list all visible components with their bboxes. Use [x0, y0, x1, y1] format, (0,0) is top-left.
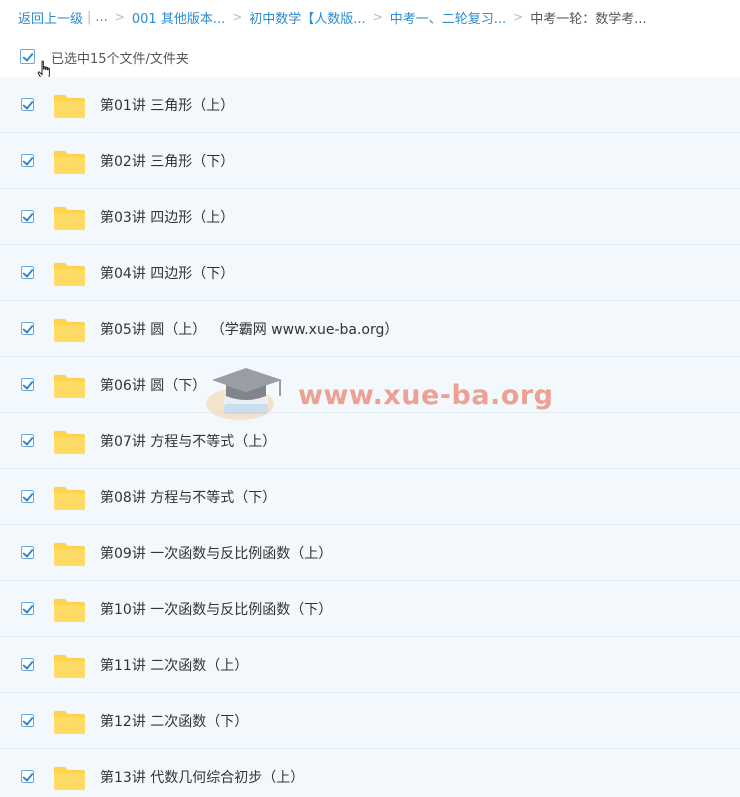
list-item[interactable]: 第03讲 四边形（上） [0, 189, 740, 245]
row-checkbox[interactable] [21, 714, 34, 727]
list-item[interactable]: 第04讲 四边形（下） [0, 245, 740, 301]
select-all-checkbox[interactable] [20, 49, 35, 64]
file-name[interactable]: 第08讲 方程与不等式（下） [100, 487, 276, 507]
list-item[interactable]: 第02讲 三角形（下） [0, 133, 740, 189]
folder-icon [54, 711, 85, 734]
selection-count: 已选中15个文件/文件夹 [51, 52, 189, 67]
row-checkbox[interactable] [21, 378, 34, 391]
file-name[interactable]: 第07讲 方程与不等式（上） [100, 431, 276, 451]
folder-icon [54, 207, 85, 230]
file-list: 第01讲 三角形（上） 第02讲 三角形（下） 第03讲 四边形（上） 第04讲… [0, 77, 740, 797]
folder-icon [54, 543, 85, 566]
file-name[interactable]: 第02讲 三角形（下） [100, 151, 234, 171]
breadcrumb: 返回上一级 | ... > 001 其他版本... > 初中数学【人数版... … [18, 7, 647, 27]
list-item[interactable]: 第08讲 方程与不等式（下） [0, 469, 740, 525]
file-name[interactable]: 第01讲 三角形（上） [100, 95, 234, 115]
row-checkbox[interactable] [21, 98, 34, 111]
chevron-right-icon: > [232, 10, 243, 24]
row-checkbox[interactable] [21, 490, 34, 503]
file-browser: 返回上一级 | ... > 001 其他版本... > 初中数学【人数版... … [0, 0, 740, 797]
chevron-right-icon: > [513, 10, 524, 24]
breadcrumb-item[interactable]: 001 其他版本... [132, 8, 225, 27]
chevron-right-icon: > [372, 10, 383, 24]
row-checkbox[interactable] [21, 658, 34, 671]
folder-icon [54, 95, 85, 118]
back-link[interactable]: 返回上一级 [18, 8, 83, 27]
folder-icon [54, 319, 85, 342]
selection-bar: 已选中15个文件/文件夹 [0, 40, 740, 80]
folder-icon [54, 431, 85, 454]
list-item[interactable]: 第05讲 圆（上） （学霸网 www.xue-ba.org） [0, 301, 740, 357]
file-name[interactable]: 第13讲 代数几何综合初步（上） [100, 767, 304, 787]
folder-icon [54, 655, 85, 678]
list-item[interactable]: 第13讲 代数几何综合初步（上） [0, 749, 740, 797]
folder-icon [54, 599, 85, 622]
breadcrumb-ellipsis[interactable]: ... [95, 10, 107, 25]
breadcrumb-divider: | [87, 9, 92, 25]
list-item[interactable]: 第07讲 方程与不等式（上） [0, 413, 740, 469]
row-checkbox[interactable] [21, 770, 34, 783]
breadcrumb-current: 中考一轮：数学考... [530, 11, 647, 27]
list-item[interactable]: 第01讲 三角形（上） [0, 77, 740, 133]
file-name[interactable]: 第03讲 四边形（上） [100, 207, 234, 227]
list-item[interactable]: 第12讲 二次函数（下） [0, 693, 740, 749]
list-item[interactable]: 第11讲 二次函数（上） [0, 637, 740, 693]
file-name[interactable]: 第09讲 一次函数与反比例函数（上） [100, 543, 332, 563]
breadcrumb-item[interactable]: 中考一、二轮复习... [390, 8, 506, 27]
row-checkbox[interactable] [21, 602, 34, 615]
file-name[interactable]: 第10讲 一次函数与反比例函数（下） [100, 599, 332, 619]
file-name[interactable]: 第12讲 二次函数（下） [100, 711, 248, 731]
file-name[interactable]: 第04讲 四边形（下） [100, 263, 234, 283]
list-item[interactable]: 第09讲 一次函数与反比例函数（上） [0, 525, 740, 581]
row-checkbox[interactable] [21, 434, 34, 447]
breadcrumb-item[interactable]: 初中数学【人数版... [249, 8, 365, 27]
list-item[interactable]: 第10讲 一次函数与反比例函数（下） [0, 581, 740, 637]
row-checkbox[interactable] [21, 210, 34, 223]
file-name[interactable]: 第05讲 圆（上） （学霸网 www.xue-ba.org） [100, 319, 398, 339]
file-name[interactable]: 第06讲 圆（下） [100, 375, 206, 395]
row-checkbox[interactable] [21, 266, 34, 279]
folder-icon [54, 487, 85, 510]
row-checkbox[interactable] [21, 322, 34, 335]
folder-icon [54, 375, 85, 398]
folder-icon [54, 767, 85, 790]
list-item[interactable]: 第06讲 圆（下） [0, 357, 740, 413]
chevron-right-icon: > [114, 10, 125, 24]
row-checkbox[interactable] [21, 546, 34, 559]
row-checkbox[interactable] [21, 154, 34, 167]
file-name[interactable]: 第11讲 二次函数（上） [100, 655, 248, 675]
folder-icon [54, 151, 85, 174]
folder-icon [54, 263, 85, 286]
